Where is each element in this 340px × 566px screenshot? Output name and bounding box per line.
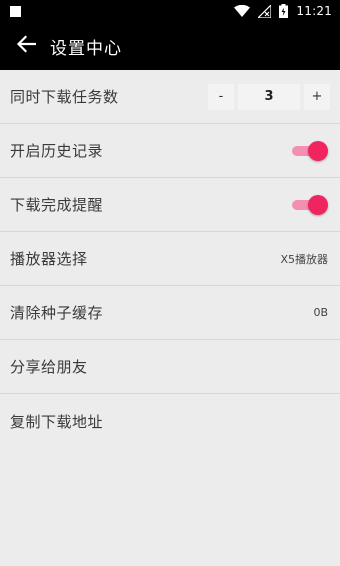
back-button[interactable] xyxy=(12,32,40,60)
setting-label: 分享给朋友 xyxy=(10,358,88,376)
setting-label: 开启历史记录 xyxy=(10,142,104,160)
setting-row-concurrent-downloads: 同时下载任务数 - 3 + xyxy=(0,70,340,124)
setting-row-share[interactable]: 分享给朋友 xyxy=(0,340,340,394)
history-toggle[interactable] xyxy=(290,140,328,161)
no-signal-icon xyxy=(258,4,272,18)
download-reminder-toggle[interactable] xyxy=(290,194,328,215)
setting-label: 播放器选择 xyxy=(10,250,88,268)
settings-list: 同时下载任务数 - 3 + 开启历史记录 下载完成提醒 播放器选择 X5播放器 … xyxy=(0,70,340,448)
setting-row-copy-address[interactable]: 复制下载地址 xyxy=(0,394,340,448)
toggle-thumb xyxy=(308,194,328,215)
stepper-value: 3 xyxy=(238,83,300,110)
setting-row-history[interactable]: 开启历史记录 xyxy=(0,124,340,178)
setting-label: 下载完成提醒 xyxy=(10,196,104,214)
page-title: 设置中心 xyxy=(50,38,122,59)
player-value: X5播放器 xyxy=(280,252,328,266)
status-bar: 11:21 xyxy=(0,0,340,22)
increment-button[interactable]: + xyxy=(304,83,330,110)
status-clock: 11:21 xyxy=(296,4,332,18)
cache-size-value: 0B xyxy=(313,306,328,319)
setting-row-clear-cache[interactable]: 清除种子缓存 0B xyxy=(0,286,340,340)
setting-row-player[interactable]: 播放器选择 X5播放器 xyxy=(0,232,340,286)
setting-label: 复制下载地址 xyxy=(10,412,104,431)
wifi-icon xyxy=(234,5,251,17)
setting-label: 同时下载任务数 xyxy=(10,88,119,106)
battery-charging-icon xyxy=(279,4,289,18)
decrement-button[interactable]: - xyxy=(208,83,234,110)
toggle-thumb xyxy=(308,140,328,161)
quantity-stepper: - 3 + xyxy=(208,83,330,110)
arrow-left-icon xyxy=(16,35,37,57)
setting-row-download-reminder[interactable]: 下载完成提醒 xyxy=(0,178,340,232)
app-bar: 设置中心 xyxy=(0,22,340,70)
setting-label: 清除种子缓存 xyxy=(10,304,104,322)
notification-square-icon xyxy=(10,5,21,17)
